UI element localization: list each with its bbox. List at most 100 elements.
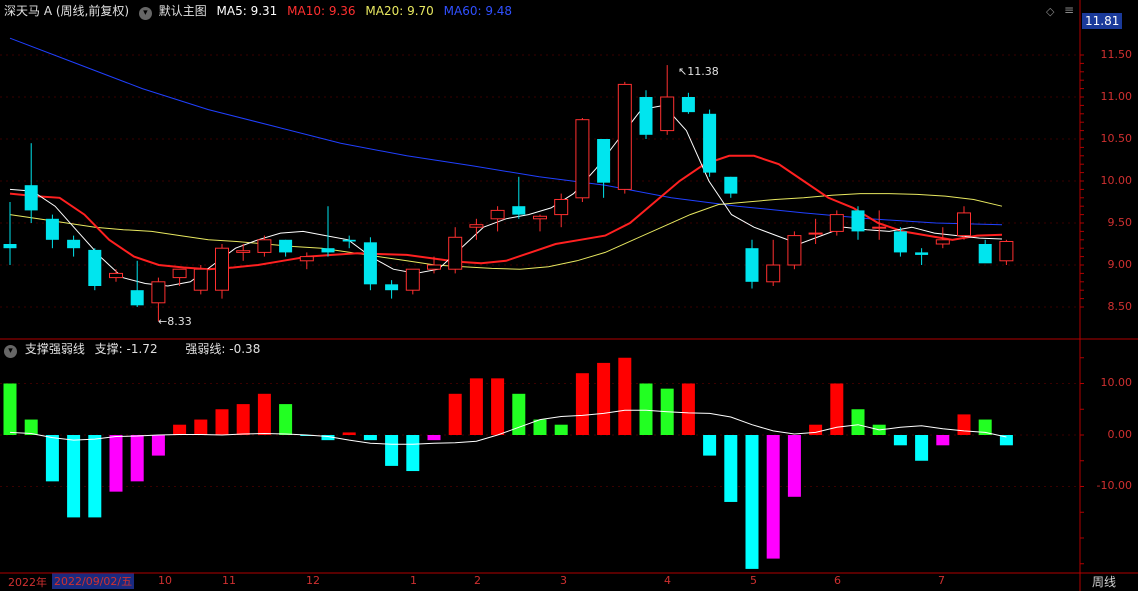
indicator-bar <box>151 435 165 456</box>
indicator-bar <box>893 435 907 446</box>
candle-body <box>130 290 144 306</box>
candle-body <box>299 256 314 262</box>
candle-body <box>448 236 463 270</box>
indicator-bar <box>936 435 950 446</box>
indicator-bar <box>173 424 187 435</box>
candle-body <box>363 242 377 285</box>
candle-body <box>957 212 971 237</box>
candle-body <box>215 247 229 291</box>
ma20-line <box>9 193 1003 270</box>
candle-body <box>45 218 59 240</box>
indicator-bar <box>406 435 420 472</box>
candle-body <box>279 239 293 253</box>
candle-body <box>617 83 632 190</box>
candle-body <box>67 239 81 249</box>
candle-body <box>427 264 441 270</box>
candle-body <box>639 97 653 135</box>
indicator-bar <box>703 435 717 456</box>
sub-axis-ticks <box>1080 357 1084 565</box>
indicator-bar <box>67 435 81 518</box>
price-annotations: ↖11.38 ←8.33 <box>158 65 719 328</box>
indicator-bar <box>342 432 356 435</box>
indicator-bar <box>787 435 801 497</box>
candle-body <box>3 244 17 249</box>
candle-body <box>703 113 717 173</box>
high-annotation: ↖11.38 <box>678 65 719 78</box>
candle-body <box>88 249 102 286</box>
indicator-bar <box>236 404 250 435</box>
candle-body <box>745 248 759 282</box>
indicator-bar <box>194 419 208 435</box>
indicator-bar <box>597 362 611 435</box>
candle-body <box>660 96 675 132</box>
candle-body <box>469 224 484 228</box>
candle-body <box>512 206 526 215</box>
candle-body <box>342 239 356 242</box>
indicator-bar <box>766 435 780 559</box>
candle-body <box>766 264 781 283</box>
indicator-bar <box>24 419 38 435</box>
indicator-bar <box>915 435 929 461</box>
ma5-line <box>9 104 1003 287</box>
ma-line <box>9 193 1003 270</box>
candle-body <box>915 252 929 255</box>
indicator-bar <box>448 393 462 435</box>
indicator-bar <box>851 409 865 435</box>
indicator-bar <box>363 435 377 441</box>
indicator-bar <box>3 383 17 435</box>
candle-body <box>893 231 907 253</box>
candle-body <box>151 281 166 304</box>
indicator-bar <box>491 378 505 435</box>
candle-body <box>554 198 569 216</box>
indicator-bar <box>554 424 568 435</box>
indicator-bar <box>639 383 653 435</box>
candle-body <box>533 215 547 220</box>
indicator-bar <box>957 414 971 435</box>
candle-body <box>724 176 738 194</box>
indicator-bar <box>681 383 695 435</box>
candle-body <box>999 240 1014 262</box>
candle-body <box>236 250 251 253</box>
candle-body <box>978 244 992 264</box>
candle-body <box>321 248 335 253</box>
indicator-bar <box>279 404 293 435</box>
candle-body <box>405 268 420 291</box>
indicator-bar <box>130 435 144 482</box>
indicator-bar <box>809 424 823 435</box>
candle-body <box>172 268 187 279</box>
candle-body <box>109 272 123 279</box>
candle-body <box>385 284 399 291</box>
low-annotation: ←8.33 <box>158 315 192 328</box>
candle-body <box>257 239 272 253</box>
candle-body <box>193 268 208 291</box>
indicator-bar <box>575 373 589 435</box>
indicator-bar <box>109 435 123 492</box>
indicator-bar <box>257 393 271 435</box>
candle-body <box>808 232 823 235</box>
candle-body <box>597 139 611 183</box>
chart-canvas[interactable]: ↖11.38 ←8.33 <box>0 0 1138 591</box>
candle-body <box>787 235 802 266</box>
indicator-bar <box>745 435 759 569</box>
indicator-bar <box>533 419 547 435</box>
price-axis-ticks <box>1080 54 1084 308</box>
indicator-bar <box>469 378 483 435</box>
indicator-bar <box>724 435 738 502</box>
candle-body <box>872 226 887 229</box>
candle-body <box>575 119 590 199</box>
ma-line <box>9 104 1003 287</box>
candle-body <box>24 185 38 211</box>
candle-body <box>681 97 695 113</box>
ma60-line <box>9 37 1003 226</box>
indicator-bar <box>385 435 399 466</box>
indicator-bars <box>3 357 1013 569</box>
candle-body <box>851 210 865 232</box>
candle-body <box>490 209 505 220</box>
indicator-bar <box>618 357 632 435</box>
indicator-bar <box>427 435 441 441</box>
indicator-bar <box>88 435 102 518</box>
indicator-bar <box>45 435 59 482</box>
indicator-bar <box>215 409 229 435</box>
candle-body <box>935 239 950 245</box>
candle-body <box>829 214 844 232</box>
